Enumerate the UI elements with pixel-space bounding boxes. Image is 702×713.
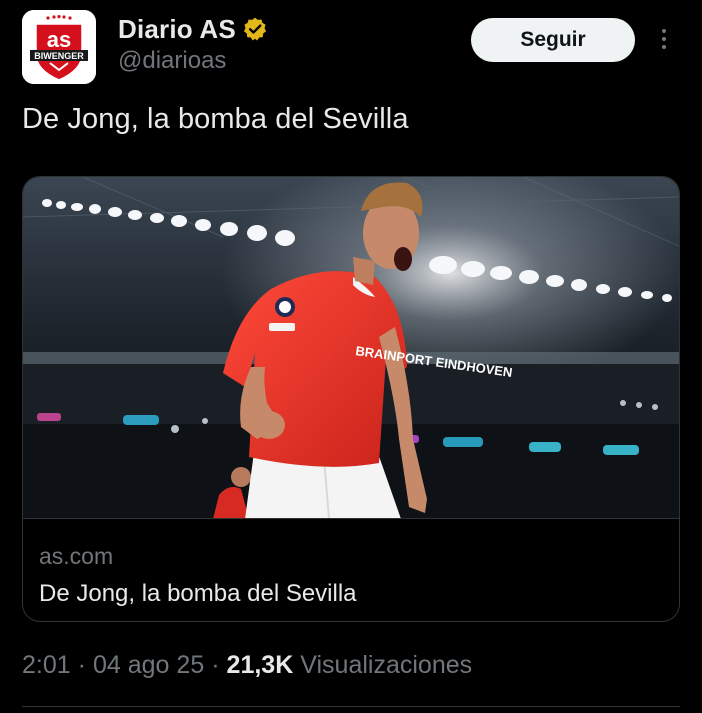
follow-button[interactable]: Seguir bbox=[471, 18, 635, 62]
link-card-image[interactable]: BRAINPORT EINDHOVEN bbox=[23, 177, 679, 519]
tweet-header: as BIWENGER Diario AS @diarioas Seguir bbox=[0, 0, 702, 100]
divider bbox=[22, 706, 680, 707]
logo-brand-text: as bbox=[47, 27, 71, 52]
author-avatar[interactable]: as BIWENGER bbox=[22, 10, 96, 84]
tweet-time[interactable]: 2:01 bbox=[22, 651, 71, 680]
meta-separator: · bbox=[77, 651, 86, 679]
author-display-name[interactable]: Diario AS bbox=[118, 14, 236, 45]
tweet-meta: 2:01 · 04 ago 25 · 21,3K Visualizaciones bbox=[22, 651, 472, 680]
logo-sub-text: BIWENGER bbox=[34, 51, 84, 61]
tweet-date[interactable]: 04 ago 25 bbox=[93, 651, 204, 680]
verified-badge-icon bbox=[243, 17, 266, 41]
more-options-icon[interactable] bbox=[652, 26, 676, 54]
link-card[interactable]: BRAINPORT EINDHOVEN as.com De Jong, la b… bbox=[22, 176, 680, 622]
views-label[interactable]: Visualizaciones bbox=[300, 651, 472, 680]
link-card-title[interactable]: De Jong, la bomba del Sevilla bbox=[39, 580, 357, 608]
author-name-row[interactable]: Diario AS bbox=[118, 14, 268, 44]
meta-separator: · bbox=[211, 651, 220, 679]
views-count[interactable]: 21,3K bbox=[227, 651, 294, 680]
author-handle[interactable]: @diarioas bbox=[118, 47, 226, 75]
link-card-domain[interactable]: as.com bbox=[39, 543, 113, 570]
tweet-text: De Jong, la bomba del Sevilla bbox=[22, 103, 409, 135]
as-biwenger-logo-icon: as BIWENGER bbox=[22, 10, 96, 84]
football-celebration-photo-icon: BRAINPORT EINDHOVEN bbox=[23, 177, 679, 518]
